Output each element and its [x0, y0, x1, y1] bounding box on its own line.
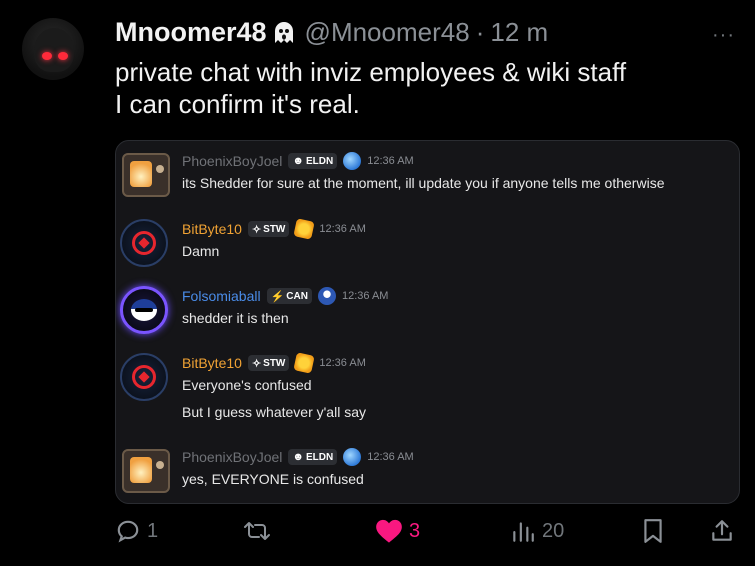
guild-tag: ✧ STW	[247, 355, 290, 371]
message-header: PhoenixBoyJoel ☻ ELDN 12:36 AM	[182, 447, 414, 467]
view-count: 20	[542, 519, 565, 542]
message-text: Damn	[182, 243, 220, 259]
author-display-name[interactable]: Mnoomer48	[115, 17, 267, 48]
guild-tag: ⚡ CAN	[266, 288, 312, 304]
chat-username: Folsomiaball	[182, 288, 261, 304]
guild-tag-label: STW	[263, 357, 286, 369]
tv-avatar-icon	[122, 153, 170, 197]
bitbyte-avatar-icon	[120, 353, 168, 401]
tweet-text-line: I can confirm it's real.	[115, 89, 360, 119]
guild-tag-label: ELDN	[305, 451, 334, 463]
message-header: BitByte10 ✧ STW 12:36 AM	[182, 352, 366, 374]
tag-icon: ⚡	[270, 290, 285, 303]
tweet-header: Mnoomer48 @Mnoomer48 · 12 m	[115, 14, 548, 50]
reply-button[interactable]: 1	[115, 518, 158, 544]
avatar-eye-left	[42, 52, 52, 60]
chat-username: PhoenixBoyJoel	[182, 449, 283, 465]
tweet-time[interactable]: 12 m	[490, 17, 548, 48]
reply-count: 1	[147, 519, 159, 542]
share-icon	[712, 520, 732, 541]
message-text: Everyone's confused	[182, 377, 312, 393]
message-text: yes, EVERYONE is confused	[182, 471, 364, 487]
author-handle[interactable]: @Mnoomer48	[305, 17, 470, 48]
message-text: shedder it is then	[182, 310, 289, 326]
message-header: BitByte10 ✧ STW 12:36 AM	[182, 218, 366, 240]
like-button[interactable]: 3	[375, 518, 420, 544]
tv-knob	[156, 165, 164, 173]
guild-tag-label: STW	[263, 223, 286, 235]
message-timestamp: 12:36 AM	[367, 451, 414, 463]
guild-tag-label: CAN	[286, 290, 308, 302]
role-icon	[343, 152, 362, 170]
guild-tag: ☻ ELDN	[288, 153, 338, 169]
tweet-text-line: private chat with inviz employees & wiki…	[115, 57, 627, 87]
bitbyte-avatar-icon	[120, 219, 168, 267]
message-timestamp: 12:36 AM	[341, 290, 389, 302]
retweet-icon	[244, 522, 270, 540]
chat-username: BitByte10	[182, 221, 242, 237]
avatar-eye-right	[58, 52, 68, 60]
role-icon	[293, 218, 316, 240]
more-options-icon[interactable]: ···	[712, 24, 735, 47]
message-timestamp: 12:36 AM	[319, 223, 366, 235]
guild-tag: ✧ STW	[247, 221, 290, 237]
bookmark-icon	[644, 519, 662, 543]
header-separator: ·	[475, 16, 485, 47]
tag-icon: ✧	[251, 223, 262, 236]
tv-screen	[130, 161, 152, 187]
message-text: its Shedder for sure at the moment, ill …	[182, 175, 665, 191]
tv-knob	[156, 461, 164, 469]
message-text: But I guess whatever y'all say	[182, 404, 366, 420]
like-count: 3	[409, 519, 421, 542]
views-button[interactable]: 20	[510, 518, 564, 544]
author-avatar[interactable]	[22, 18, 84, 80]
tweet-text: private chat with inviz employees & wiki…	[115, 56, 735, 120]
avatar-eyes	[135, 308, 153, 312]
message-header: Folsomiaball ⚡ CAN 12:36 AM	[182, 286, 388, 306]
tv-screen	[130, 457, 152, 483]
guild-tag: ☻ ELDN	[288, 449, 338, 465]
views-icon	[513, 522, 534, 542]
role-icon	[293, 352, 316, 374]
reply-icon	[117, 520, 139, 543]
tweet-action-bar: 1 3 20	[115, 518, 740, 552]
role-icon	[343, 448, 362, 466]
message-timestamp: 12:36 AM	[319, 357, 366, 369]
message-timestamp: 12:36 AM	[367, 155, 414, 167]
chat-username: BitByte10	[182, 355, 242, 371]
role-icon	[317, 287, 336, 305]
attached-image[interactable]: PhoenixBoyJoel ☻ ELDN 12:36 AM its Shedde…	[115, 140, 740, 504]
heart-icon	[376, 519, 402, 543]
tag-icon: ☻	[292, 451, 304, 463]
ghost-icon	[271, 19, 297, 45]
guild-tag-label: ELDN	[305, 155, 334, 167]
tv-avatar-icon	[122, 449, 170, 493]
tag-icon: ☻	[292, 155, 304, 167]
avatar-hood	[34, 28, 74, 72]
chat-username: PhoenixBoyJoel	[182, 153, 283, 169]
message-header: PhoenixBoyJoel ☻ ELDN 12:36 AM	[182, 151, 414, 171]
tag-icon: ✧	[251, 357, 262, 370]
retweet-button[interactable]	[243, 518, 271, 544]
share-button[interactable]	[709, 518, 735, 544]
folsomiaball-avatar-icon	[120, 286, 168, 334]
bookmark-button[interactable]	[641, 518, 665, 544]
